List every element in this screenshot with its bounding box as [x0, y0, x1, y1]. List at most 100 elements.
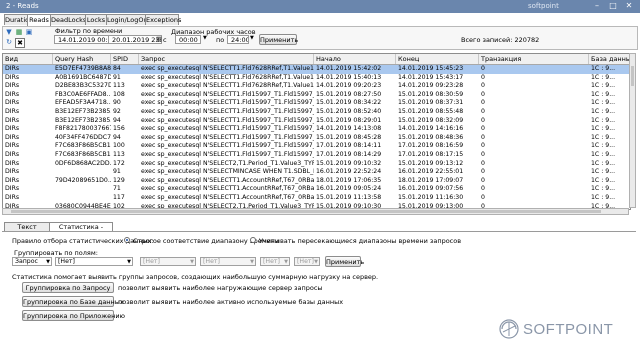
tab-exceptions[interactable]: Exceptions [145, 14, 181, 25]
table-row[interactable]: DIRs 79D42089651D0... 129 exec sp_executesq… [3, 177, 630, 186]
group-field-2[interactable]: [Нет] ▼ [55, 257, 133, 266]
hour-to-select[interactable]: 24:00 [227, 35, 249, 44]
table-cell: EFEAD5F3A4718... [55, 99, 111, 107]
table-cell: DIRs [5, 159, 20, 167]
table-cell: 156 [113, 125, 125, 133]
table-row[interactable]: DIRs B3E12EF73B2385... 92 exec sp_executesq… [3, 108, 630, 117]
table-row[interactable]: DIRs B3E12EF73B2385... 94 exec sp_executesq… [3, 117, 630, 126]
col-query[interactable]: Запрос [139, 54, 314, 64]
table-cell: 1C : 9... [591, 194, 616, 201]
export-icon[interactable]: ▣ [25, 28, 33, 36]
table-cell: 18.01.2019 17:06:35 [316, 176, 382, 184]
group-field-4[interactable]: [Нет] ▼ [200, 257, 256, 266]
hour-from-select[interactable]: 00:00 [175, 35, 201, 44]
tab-duration[interactable]: Duration [4, 14, 33, 25]
date-from-field[interactable]: 14.01.2019 00:00 [54, 35, 114, 44]
table-cell: 15.01.2019 08:45:28 [316, 133, 382, 141]
calendar-to-icon[interactable]: ▦ [156, 35, 162, 43]
table-row[interactable]: DIRs 117 exec sp_executesql N'SELECTT1.Acc… [3, 194, 630, 203]
table-row[interactable]: DIRs 0DF6D868AC2DD... 172 exec sp_executesq… [3, 160, 630, 169]
chevron-down-icon: ▼ [250, 259, 254, 265]
group-field-1[interactable]: Запрос ▼ [12, 257, 52, 266]
tab-login-logout[interactable]: Login/LogOut [106, 14, 150, 25]
table-row[interactable]: DIRs E5D7EF4739B8A82 84 exec sp_executesql … [3, 65, 630, 74]
scroll-thumb[interactable] [631, 66, 634, 86]
horizontal-scrollbar[interactable] [2, 208, 629, 215]
tab-reads[interactable]: Reads [27, 14, 51, 26]
table-row[interactable]: DIRs EFEAD5F3A4718... 90 exec sp_executesql… [3, 99, 630, 108]
table-cell: exec sp_executesql N'SELECTT1.Fld7628RRe… [141, 65, 314, 72]
chevron-down-icon[interactable]: ▼ [250, 35, 254, 41]
col-kind[interactable]: Вид [3, 54, 53, 64]
table-row[interactable]: DIRs F8F8217800376670156 exec sp_executesq… [3, 125, 630, 134]
table-cell: 172 [113, 159, 125, 167]
table-row[interactable]: DIRs F7C683F86B5CB1... 113 exec sp_executes… [3, 151, 630, 160]
table-cell: 91 [113, 168, 121, 176]
col-spid[interactable]: SPID [111, 54, 139, 64]
radio-strict-label[interactable]: Строгое соответствие диапазону времени [133, 237, 279, 245]
group-by-query-button[interactable]: Группировка по Запросу [22, 282, 114, 293]
group-field-6[interactable]: [Нет] ▼ [294, 257, 320, 266]
table-cell: 1C : 9... [591, 185, 616, 193]
col-query-hash[interactable]: Query Hash [53, 54, 111, 64]
table-row[interactable]: DIRs 40F34FF476DDC7... 94 exec sp_executesq… [3, 134, 630, 143]
table-cell [53, 168, 111, 177]
col-end[interactable]: Конец [396, 54, 479, 64]
chevron-down-icon: ▼ [190, 259, 194, 265]
group-by-database-button[interactable]: Группировка по Базе данных [22, 296, 124, 307]
table-cell: FB3C0AE6FFAD8... [55, 90, 111, 98]
radio-strict[interactable] [124, 237, 130, 243]
table-cell: 15.01.2019 09:10:32 [316, 159, 382, 167]
refresh-icon[interactable]: ↻ [5, 38, 13, 46]
radio-overlap-label[interactable]: Учитывать пересекающиеся диапазоны време… [259, 237, 461, 245]
table-cell: exec sp_executesql N'SELECTMINCASE WHEN … [141, 168, 314, 176]
tab-locks[interactable]: Locks [85, 14, 107, 25]
table-cell: 14.01.2019 14:16:16 [398, 125, 464, 133]
minimize-button[interactable]: – [590, 1, 604, 11]
table-cell: DIRs [5, 176, 20, 184]
date-to-field[interactable]: 20.01.2019 23:24 [108, 35, 162, 44]
table-cell: DIRs [5, 73, 20, 81]
table-row[interactable]: DIRs 71 exec sp_executesql N'SELECTT1.Acco… [3, 185, 630, 194]
window-title: 2 - Reads [6, 2, 39, 10]
col-start[interactable]: Начало [314, 54, 396, 64]
table-row[interactable]: DIRs D2BE83B3C5327D...113 exec sp_executes… [3, 82, 630, 91]
group-field-4-value: [Нет] [203, 258, 220, 265]
hours-from-prefix: с [163, 36, 167, 44]
group-field-5[interactable]: [Нет] ▼ [260, 257, 290, 266]
clear-filter-icon[interactable]: ✖ [15, 38, 25, 48]
col-database[interactable]: База данных [589, 54, 630, 64]
table-cell: DIRs [5, 65, 20, 72]
table-row[interactable]: DIRs F7C683F86B5CB1... 100 exec sp_executes… [3, 142, 630, 151]
table-row[interactable]: DIRs A0B1691BC6487DE 91 exec sp_executesql … [3, 74, 630, 83]
table-cell: 0 [481, 142, 485, 150]
table-row[interactable]: DIRs 91 exec sp_executesql N'SELECTMINCASE… [3, 168, 630, 177]
apply-filter-button[interactable]: Применить [259, 34, 298, 45]
tab-deadlocks[interactable]: DeadLocks [50, 14, 86, 25]
maximize-button[interactable]: □ [606, 1, 620, 11]
excel-icon[interactable]: ▦ [15, 28, 23, 36]
table-cell [53, 185, 111, 194]
filter-icon[interactable]: ▼ [5, 28, 13, 36]
table-cell: 1C : 9... [591, 116, 616, 124]
group-field-3[interactable]: [Нет] ▼ [140, 257, 196, 266]
scroll-thumb[interactable] [11, 210, 601, 213]
apply-grouping-button[interactable]: Применить [325, 256, 364, 267]
radio-overlap[interactable] [250, 237, 256, 243]
table-cell: 16.01.2019 22:52:24 [316, 168, 382, 176]
chevron-down-icon[interactable]: ▼ [203, 35, 207, 41]
table-cell: 1C : 9... [591, 99, 616, 107]
vertical-scrollbar[interactable] [629, 53, 636, 208]
table-cell: exec sp_executesql N'SELECTT1.AccountRRe… [141, 194, 314, 201]
table-cell: DIRs [5, 133, 20, 141]
group-by-application-button[interactable]: Группировка по Приложению [22, 310, 125, 321]
table-cell: 1C : 9... [591, 90, 616, 98]
table-cell: exec sp_executesql N'SELECTT1.Fld7628RRe… [141, 82, 314, 90]
close-button[interactable]: ✕ [622, 1, 636, 11]
table-cell: 0 [481, 108, 485, 115]
table-row[interactable]: DIRs FB3C0AE6FFAD8... 108 exec sp_executesq… [3, 91, 630, 100]
table-cell: DIRs [5, 90, 20, 98]
table-cell: exec sp_executesql N'SELECTT1.Fld15997_T… [141, 90, 314, 98]
col-transaction[interactable]: Транзакция [479, 54, 589, 64]
total-records: Всего записей: 220782 [461, 36, 540, 44]
